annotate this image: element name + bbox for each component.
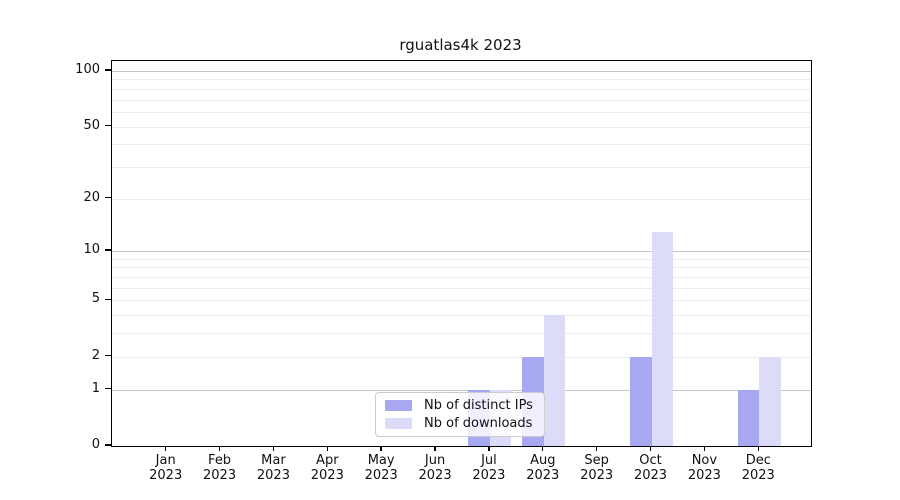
gridline-minor <box>112 333 811 334</box>
x-tick-label: Dec2023 <box>726 453 790 483</box>
y-tick-mark <box>105 249 111 250</box>
gridline-minor <box>112 288 811 289</box>
gridline-minor <box>112 89 811 90</box>
x-tick-mark <box>488 446 489 451</box>
y-tick-label: 100 <box>48 62 100 78</box>
bar <box>759 357 781 446</box>
gridline-minor <box>112 144 811 145</box>
legend-swatch-distinct-ips <box>385 400 412 411</box>
legend-swatch-downloads <box>385 418 412 429</box>
y-tick-mark <box>105 299 111 300</box>
legend: Nb of distinct IPs Nb of downloads <box>375 392 545 437</box>
gridline-minor <box>112 357 811 358</box>
legend-label-distinct-ips: Nb of distinct IPs <box>424 398 533 413</box>
x-tick-mark <box>327 446 328 451</box>
legend-item-distinct-ips: Nb of distinct IPs <box>385 398 535 413</box>
x-tick-mark <box>165 446 166 451</box>
bar <box>630 357 652 446</box>
x-tick-mark <box>650 446 651 451</box>
y-tick-mark <box>105 444 111 445</box>
y-tick-mark <box>105 355 111 356</box>
gridline-minor <box>112 300 811 301</box>
gridline-major <box>112 390 811 391</box>
bar <box>652 232 674 446</box>
gridline-major <box>112 71 811 72</box>
y-tick-mark <box>105 388 111 389</box>
y-tick-mark <box>105 125 111 126</box>
y-tick-label: 1 <box>48 381 100 397</box>
y-tick-label: 5 <box>48 291 100 307</box>
figure: rguatlas4k 2023 0125102050100 Jan2023Feb… <box>0 0 900 500</box>
y-tick-mark <box>105 69 111 70</box>
gridline-minor <box>112 100 811 101</box>
gridline-minor <box>112 199 811 200</box>
gridline-minor <box>112 315 811 316</box>
gridline-minor <box>112 127 811 128</box>
gridline-minor <box>112 267 811 268</box>
gridline-minor <box>112 277 811 278</box>
y-tick-label: 10 <box>48 242 100 258</box>
x-tick-mark <box>542 446 543 451</box>
gridline-major <box>112 251 811 252</box>
x-tick-mark <box>219 446 220 451</box>
x-tick-mark <box>380 446 381 451</box>
x-tick-mark <box>704 446 705 451</box>
bar <box>544 315 566 446</box>
chart-title: rguatlas4k 2023 <box>111 36 810 54</box>
x-tick-mark <box>596 446 597 451</box>
plot-area <box>111 60 812 447</box>
x-tick-mark <box>434 446 435 451</box>
legend-label-downloads: Nb of downloads <box>424 416 532 431</box>
gridline-minor <box>112 167 811 168</box>
y-tick-label: 50 <box>48 118 100 134</box>
x-tick-mark <box>273 446 274 451</box>
x-tick-mark <box>758 446 759 451</box>
y-tick-mark <box>105 197 111 198</box>
gridline-minor <box>112 79 811 80</box>
y-tick-label: 0 <box>48 437 100 453</box>
y-tick-label: 20 <box>48 190 100 206</box>
bar <box>738 390 760 446</box>
gridline-minor <box>112 259 811 260</box>
gridline-minor <box>112 112 811 113</box>
y-tick-label: 2 <box>48 348 100 364</box>
legend-item-downloads: Nb of downloads <box>385 416 535 431</box>
